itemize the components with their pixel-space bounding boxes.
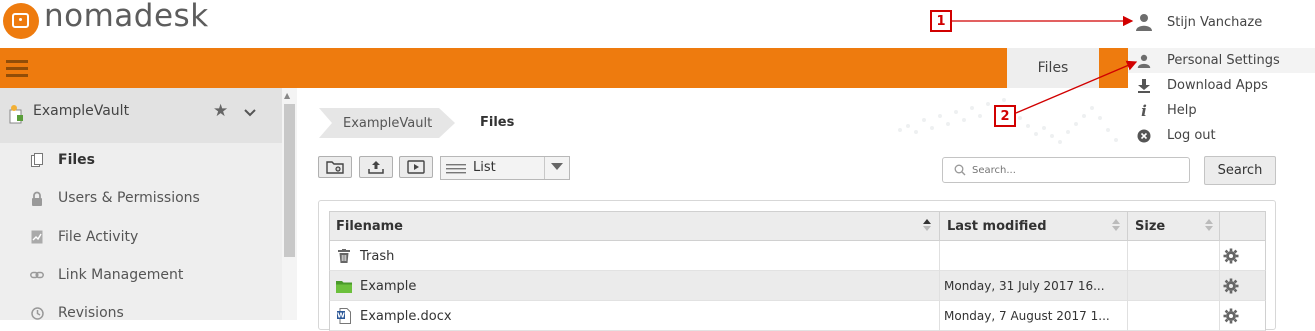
gear-icon[interactable]	[1223, 248, 1239, 264]
column-header-actions	[1219, 211, 1266, 241]
sidebar-item-link-management[interactable]: Link Management	[0, 257, 282, 293]
file-name[interactable]: Example	[360, 279, 416, 294]
breadcrumb-vault[interactable]: ExampleVault	[319, 108, 439, 138]
file-modified: Monday, 31 July 2017 16...	[944, 279, 1105, 293]
callout-badge-2: 2	[994, 105, 1016, 127]
column-label: Last modified	[947, 218, 1047, 234]
upload-icon	[368, 161, 384, 174]
sidebar-item-files[interactable]: Files	[0, 142, 282, 178]
sort-icon	[1112, 219, 1120, 231]
folder-icon	[336, 278, 352, 294]
sidebar-item-label: Files	[58, 152, 95, 168]
callout-badge-1: 1	[930, 10, 952, 32]
sidebar-scrollbar-thumb[interactable]	[284, 104, 295, 257]
column-header-size[interactable]: Size	[1127, 211, 1219, 241]
search-icon	[954, 164, 966, 176]
vault-icon	[9, 105, 23, 124]
chevron-down-icon[interactable]	[243, 108, 257, 118]
play-icon	[407, 160, 425, 174]
word-doc-icon: W	[336, 308, 352, 324]
new-folder-button[interactable]	[318, 156, 352, 178]
sidebar-item-label: Link Management	[58, 267, 184, 283]
search-input[interactable]	[972, 159, 1172, 181]
sidebar-item-revisions[interactable]: Revisions	[0, 295, 282, 331]
scroll-up-arrow-icon[interactable]: ▲	[284, 91, 290, 100]
sidebar-item-label: Revisions	[58, 305, 124, 321]
gear-icon[interactable]	[1223, 278, 1239, 294]
select-divider	[544, 157, 545, 179]
breadcrumb-arrow-shape	[439, 108, 455, 138]
file-modified: Monday, 7 August 2017 1...	[944, 309, 1110, 323]
file-name[interactable]: Example.docx	[360, 309, 452, 324]
file-name[interactable]: Trash	[360, 249, 394, 264]
history-icon	[30, 305, 44, 321]
new-folder-icon	[326, 161, 344, 174]
file-modified	[944, 241, 1124, 271]
breadcrumb-current: Files	[480, 115, 515, 130]
table-row[interactable]: W Example.docx Monday, 7 August 2017 1..…	[329, 301, 1266, 331]
link-icon	[30, 267, 44, 283]
sidebar-item-file-activity[interactable]: File Activity	[0, 219, 282, 255]
sidebar-item-users-permissions[interactable]: Users & Permissions	[0, 180, 282, 216]
caret-down-icon[interactable]	[551, 163, 563, 170]
column-label: Filename	[336, 218, 403, 234]
column-label: Size	[1135, 218, 1166, 234]
gear-icon[interactable]	[1223, 308, 1239, 324]
search-button[interactable]: Search	[1204, 156, 1276, 185]
view-mode-value: List	[473, 160, 496, 175]
trash-icon	[336, 248, 352, 264]
activity-icon	[30, 229, 44, 245]
table-row[interactable]: Trash	[329, 241, 1266, 271]
lock-icon	[30, 190, 44, 206]
column-header-filename[interactable]: Filename	[329, 211, 939, 241]
table-row[interactable]: Example Monday, 31 July 2017 16...	[329, 271, 1266, 301]
sidebar-item-label: File Activity	[58, 229, 139, 245]
breadcrumb-tail-shape	[319, 108, 332, 138]
sort-icon	[1205, 219, 1213, 231]
svg-text:W: W	[337, 312, 345, 320]
upload-button[interactable]	[359, 156, 393, 178]
list-view-icon	[446, 164, 466, 174]
media-button[interactable]	[399, 156, 433, 178]
star-icon[interactable]: ★	[213, 101, 228, 121]
files-icon	[30, 152, 44, 168]
sidebar-item-label: Users & Permissions	[58, 190, 200, 206]
vault-name[interactable]: ExampleVault	[33, 103, 129, 119]
column-header-last-modified[interactable]: Last modified	[939, 211, 1127, 241]
sort-icon	[923, 219, 931, 231]
